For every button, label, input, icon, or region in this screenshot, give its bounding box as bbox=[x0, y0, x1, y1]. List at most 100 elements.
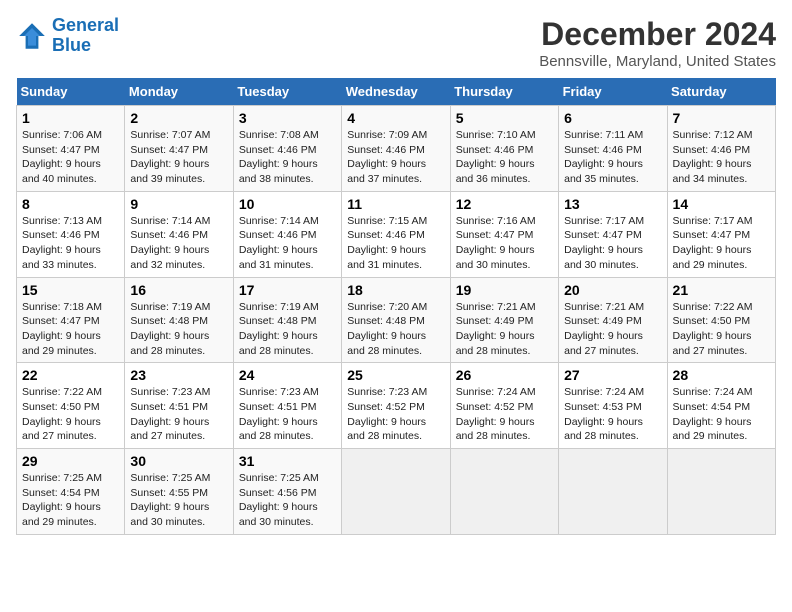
calendar-cell: 17 Sunrise: 7:19 AMSunset: 4:48 PMDayligh… bbox=[233, 277, 341, 363]
day-number: 13 bbox=[564, 196, 661, 212]
day-number: 16 bbox=[130, 282, 227, 298]
day-number: 18 bbox=[347, 282, 444, 298]
calendar-cell: 3Sunrise: 7:08 AMSunset: 4:46 PMDaylight… bbox=[233, 106, 341, 192]
day-number: 4 bbox=[347, 110, 444, 126]
day-info: Sunrise: 7:24 AMSunset: 4:53 PMDaylight:… bbox=[564, 385, 661, 444]
calendar-cell bbox=[667, 449, 775, 535]
weekday-header-thursday: Thursday bbox=[450, 78, 558, 106]
title-block: December 2024 Bennsville, Maryland, Unit… bbox=[539, 16, 776, 70]
day-info: Sunrise: 7:20 AMSunset: 4:48 PMDaylight:… bbox=[347, 300, 444, 359]
day-number: 29 bbox=[22, 453, 119, 469]
calendar-row: 29 Sunrise: 7:25 AMSunset: 4:54 PMDayligh… bbox=[17, 449, 776, 535]
day-info: Sunrise: 7:19 AMSunset: 4:48 PMDaylight:… bbox=[239, 300, 336, 359]
calendar-cell: 8Sunrise: 7:13 AMSunset: 4:46 PMDaylight… bbox=[17, 191, 125, 277]
calendar-row: 8Sunrise: 7:13 AMSunset: 4:46 PMDaylight… bbox=[17, 191, 776, 277]
calendar-cell: 11 Sunrise: 7:15 AMSunset: 4:46 PMDayligh… bbox=[342, 191, 450, 277]
calendar-cell bbox=[450, 449, 558, 535]
logo-line2: Blue bbox=[52, 35, 91, 55]
day-number: 24 bbox=[239, 367, 336, 383]
calendar-cell: 31 Sunrise: 7:25 AMSunset: 4:56 PMDayligh… bbox=[233, 449, 341, 535]
day-number: 12 bbox=[456, 196, 553, 212]
day-number: 5 bbox=[456, 110, 553, 126]
day-number: 9 bbox=[130, 196, 227, 212]
day-info: Sunrise: 7:11 AMSunset: 4:46 PMDaylight:… bbox=[564, 128, 661, 187]
day-number: 26 bbox=[456, 367, 553, 383]
calendar-cell: 10 Sunrise: 7:14 AMSunset: 4:46 PMDayligh… bbox=[233, 191, 341, 277]
day-info: Sunrise: 7:14 AMSunset: 4:46 PMDaylight:… bbox=[239, 214, 336, 273]
day-number: 15 bbox=[22, 282, 119, 298]
calendar-cell: 25Sunrise: 7:23 AMSunset: 4:52 PMDayligh… bbox=[342, 363, 450, 449]
calendar-cell: 9 Sunrise: 7:14 AMSunset: 4:46 PMDaylight… bbox=[125, 191, 233, 277]
day-number: 28 bbox=[673, 367, 770, 383]
day-number: 2 bbox=[130, 110, 227, 126]
day-number: 7 bbox=[673, 110, 770, 126]
day-number: 20 bbox=[564, 282, 661, 298]
logo-icon bbox=[16, 20, 48, 52]
calendar-cell: 28 Sunrise: 7:24 AMSunset: 4:54 PMDayligh… bbox=[667, 363, 775, 449]
calendar-cell: 13 Sunrise: 7:17 AMSunset: 4:47 PMDayligh… bbox=[559, 191, 667, 277]
day-number: 17 bbox=[239, 282, 336, 298]
day-info: Sunrise: 7:25 AMSunset: 4:56 PMDaylight:… bbox=[239, 471, 336, 530]
day-number: 10 bbox=[239, 196, 336, 212]
calendar-cell: 22 Sunrise: 7:22 AMSunset: 4:50 PMDayligh… bbox=[17, 363, 125, 449]
calendar-cell: 6 Sunrise: 7:11 AMSunset: 4:46 PMDaylight… bbox=[559, 106, 667, 192]
day-number: 27 bbox=[564, 367, 661, 383]
day-info: Sunrise: 7:17 AMSunset: 4:47 PMDaylight:… bbox=[564, 214, 661, 273]
day-info: Sunrise: 7:15 AMSunset: 4:46 PMDaylight:… bbox=[347, 214, 444, 273]
day-number: 1 bbox=[22, 110, 119, 126]
day-info: Sunrise: 7:18 AMSunset: 4:47 PMDaylight:… bbox=[22, 300, 119, 359]
day-number: 22 bbox=[22, 367, 119, 383]
weekday-header-tuesday: Tuesday bbox=[233, 78, 341, 106]
calendar-cell bbox=[342, 449, 450, 535]
main-title: December 2024 bbox=[539, 16, 776, 53]
calendar-cell: 4 Sunrise: 7:09 AMSunset: 4:46 PMDaylight… bbox=[342, 106, 450, 192]
logo: General Blue bbox=[16, 16, 119, 56]
calendar-cell: 27 Sunrise: 7:24 AMSunset: 4:53 PMDayligh… bbox=[559, 363, 667, 449]
weekday-header-monday: Monday bbox=[125, 78, 233, 106]
logo-line1: General bbox=[52, 15, 119, 35]
day-number: 6 bbox=[564, 110, 661, 126]
day-info: Sunrise: 7:21 AMSunset: 4:49 PMDaylight:… bbox=[456, 300, 553, 359]
day-info: Sunrise: 7:25 AMSunset: 4:54 PMDaylight:… bbox=[22, 471, 119, 530]
day-info: Sunrise: 7:23 AMSunset: 4:51 PMDaylight:… bbox=[130, 385, 227, 444]
day-info: Sunrise: 7:22 AMSunset: 4:50 PMDaylight:… bbox=[22, 385, 119, 444]
weekday-header-sunday: Sunday bbox=[17, 78, 125, 106]
day-info: Sunrise: 7:14 AMSunset: 4:46 PMDaylight:… bbox=[130, 214, 227, 273]
day-info: Sunrise: 7:23 AMSunset: 4:52 PMDaylight:… bbox=[347, 385, 444, 444]
calendar-cell: 30 Sunrise: 7:25 AMSunset: 4:55 PMDayligh… bbox=[125, 449, 233, 535]
day-number: 30 bbox=[130, 453, 227, 469]
day-number: 31 bbox=[239, 453, 336, 469]
calendar-cell: 2 Sunrise: 7:07 AMSunset: 4:47 PMDaylight… bbox=[125, 106, 233, 192]
calendar-cell: 18 Sunrise: 7:20 AMSunset: 4:48 PMDayligh… bbox=[342, 277, 450, 363]
day-info: Sunrise: 7:25 AMSunset: 4:55 PMDaylight:… bbox=[130, 471, 227, 530]
calendar-cell: 14Sunrise: 7:17 AMSunset: 4:47 PMDayligh… bbox=[667, 191, 775, 277]
calendar-cell: 29 Sunrise: 7:25 AMSunset: 4:54 PMDayligh… bbox=[17, 449, 125, 535]
calendar-cell: 15 Sunrise: 7:18 AMSunset: 4:47 PMDayligh… bbox=[17, 277, 125, 363]
day-number: 14 bbox=[673, 196, 770, 212]
logo-text: General Blue bbox=[52, 16, 119, 56]
calendar-cell bbox=[559, 449, 667, 535]
day-info: Sunrise: 7:09 AMSunset: 4:46 PMDaylight:… bbox=[347, 128, 444, 187]
calendar-cell: 16Sunrise: 7:19 AMSunset: 4:48 PMDayligh… bbox=[125, 277, 233, 363]
weekday-header-saturday: Saturday bbox=[667, 78, 775, 106]
calendar-row: 22 Sunrise: 7:22 AMSunset: 4:50 PMDayligh… bbox=[17, 363, 776, 449]
day-info: Sunrise: 7:24 AMSunset: 4:54 PMDaylight:… bbox=[673, 385, 770, 444]
day-number: 23 bbox=[130, 367, 227, 383]
weekday-header-wednesday: Wednesday bbox=[342, 78, 450, 106]
day-info: Sunrise: 7:07 AMSunset: 4:47 PMDaylight:… bbox=[130, 128, 227, 187]
calendar-cell: 19Sunrise: 7:21 AMSunset: 4:49 PMDayligh… bbox=[450, 277, 558, 363]
day-info: Sunrise: 7:23 AMSunset: 4:51 PMDaylight:… bbox=[239, 385, 336, 444]
day-number: 11 bbox=[347, 196, 444, 212]
day-info: Sunrise: 7:12 AMSunset: 4:46 PMDaylight:… bbox=[673, 128, 770, 187]
calendar-cell: 24 Sunrise: 7:23 AMSunset: 4:51 PMDayligh… bbox=[233, 363, 341, 449]
weekday-header-friday: Friday bbox=[559, 78, 667, 106]
calendar-cell: 26Sunrise: 7:24 AMSunset: 4:52 PMDayligh… bbox=[450, 363, 558, 449]
calendar-table: SundayMondayTuesdayWednesdayThursdayFrid… bbox=[16, 78, 776, 535]
day-info: Sunrise: 7:06 AMSunset: 4:47 PMDaylight:… bbox=[22, 128, 119, 187]
calendar-cell: 7 Sunrise: 7:12 AMSunset: 4:46 PMDaylight… bbox=[667, 106, 775, 192]
calendar-cell: 21Sunrise: 7:22 AMSunset: 4:50 PMDayligh… bbox=[667, 277, 775, 363]
calendar-row: 15 Sunrise: 7:18 AMSunset: 4:47 PMDayligh… bbox=[17, 277, 776, 363]
calendar-cell: 12Sunrise: 7:16 AMSunset: 4:47 PMDayligh… bbox=[450, 191, 558, 277]
calendar-cell: 5Sunrise: 7:10 AMSunset: 4:46 PMDaylight… bbox=[450, 106, 558, 192]
day-number: 8 bbox=[22, 196, 119, 212]
